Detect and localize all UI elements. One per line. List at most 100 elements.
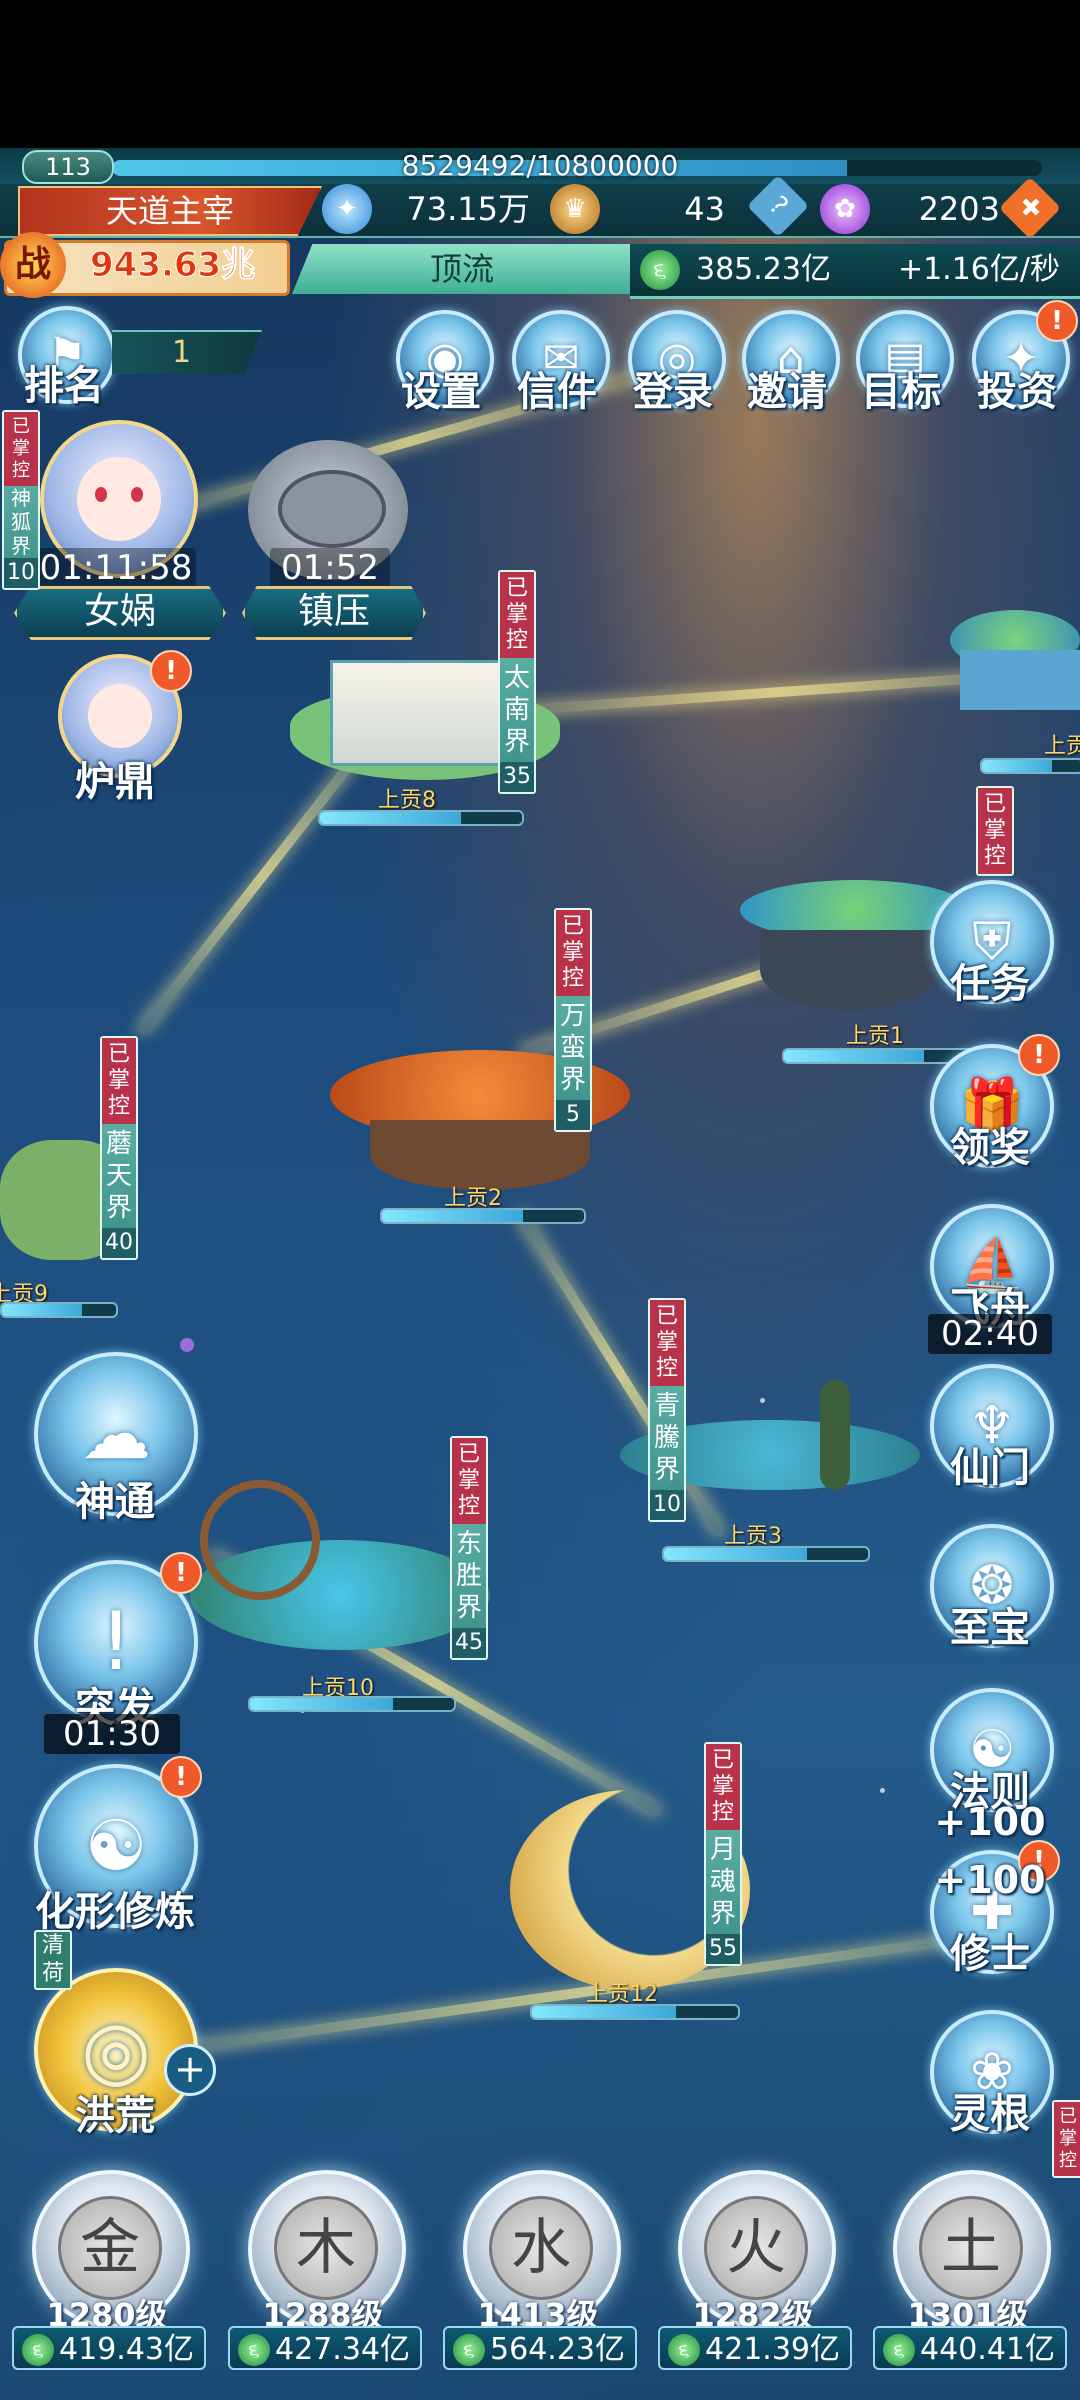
element-value-4: ૬ 440.41亿 [873, 2326, 1067, 2370]
realm-progress-fill [250, 1698, 393, 1710]
honghuang-label: 洪荒 [75, 2093, 155, 2139]
mail-label: 信件 [517, 369, 597, 415]
element-value-2: ૬ 564.23亿 [443, 2326, 637, 2370]
coin-icon: ૬ [22, 2334, 54, 2366]
realm-status: 已掌控 [650, 1300, 684, 1386]
luding-label: 炉鼎 [75, 759, 155, 805]
drum-icon [278, 470, 386, 548]
realm-status: 已掌控 [452, 1438, 486, 1524]
coin-icon: ૬ [238, 2334, 270, 2366]
realm-progress-fill [2, 1304, 82, 1316]
realm-tag-6[interactable]: 已掌控 [976, 786, 1014, 876]
zhenya-name[interactable]: 镇压 [242, 586, 426, 640]
battle-power: 943.63兆 [90, 245, 256, 286]
realm-progress-4 [248, 1696, 456, 1712]
realm-progress-3 [662, 1546, 870, 1562]
element-value-text: 419.43亿 [59, 2332, 194, 2367]
element-value-text: 427.34亿 [275, 2332, 410, 2367]
water-element-icon: 水 [489, 2196, 593, 2300]
xianmen-label: 仙门 [950, 1445, 1030, 1491]
renwu-label: 任务 [950, 961, 1030, 1007]
login-label: 登录 [633, 369, 713, 415]
purple-value: 2203 [918, 190, 1000, 228]
element-value-text: 440.41亿 [920, 2332, 1055, 2367]
linggen-label: 灵根 [950, 2091, 1030, 2137]
realm-name: 青騰界 [653, 1391, 680, 1485]
huaxing-label: 化形修炼 [35, 1889, 195, 1935]
zhenya-timer: 01:52 [270, 548, 390, 588]
lingjiang-label: 领奖 [950, 1125, 1030, 1171]
purple-spirit-icon: ✿ [820, 184, 870, 234]
metal-element-icon: 金 [58, 2196, 162, 2300]
earth-element-icon: 土 [919, 2196, 1023, 2300]
realm-tag-3[interactable]: 已掌控青騰界 10 [648, 1298, 686, 1522]
realm-progress-fill [320, 812, 462, 824]
realm-level: 10 [650, 1490, 684, 1520]
realm-progress-fill [982, 760, 1052, 772]
honghuang-plus-icon[interactable]: + [164, 2044, 216, 2096]
shentong-label: 神通 [75, 1479, 155, 1525]
realm-tag-0[interactable]: 已掌控太南界 35 [498, 570, 536, 794]
wood-element-icon: 木 [274, 2196, 378, 2300]
realm-progress-fill [382, 1210, 524, 1222]
player-title[interactable]: 天道主宰 [18, 186, 322, 236]
realm-tag-2[interactable]: 已掌控蘑天界 40 [100, 1036, 138, 1260]
realm-level: 35 [500, 762, 534, 792]
xiushi-bonus: +100 [934, 1858, 1046, 1902]
realm-progress-fill [532, 2006, 677, 2018]
feizhou-timer: 02:40 [928, 1314, 1052, 1354]
nuwa-timer: 01:11:58 [36, 548, 196, 588]
realm-status: 已掌控 [102, 1038, 136, 1124]
realm-progress-fill [664, 1548, 807, 1560]
realm-tag-1[interactable]: 已掌控万蛮界 5 [554, 908, 592, 1132]
realm-level: 40 [102, 1228, 136, 1258]
invite-label: 邀请 [747, 369, 827, 415]
qinghe-tag: 清荷 [34, 1930, 72, 1990]
spirit-value: 73.15万 [406, 190, 530, 228]
sparkle [880, 1788, 885, 1793]
realm-tribute-6: 上贡1 [846, 1024, 904, 1049]
realm-level: 45 [452, 1628, 486, 1658]
realm-status: 已掌控 [706, 1744, 740, 1830]
realm-name: 东胜界 [455, 1529, 482, 1623]
faze-bonus: +100 [934, 1800, 1046, 1844]
huaxing-badge: ! [160, 1756, 202, 1798]
realm-name: 太南界 [503, 663, 530, 757]
realm-tag-4[interactable]: 已掌控东胜界 45 [450, 1436, 488, 1660]
fire-element-icon: 火 [704, 2196, 808, 2300]
nuwa-name[interactable]: 女娲 [14, 586, 226, 640]
spirit-flame-icon: ✦ [322, 184, 372, 234]
rank-value: 1 [172, 335, 192, 370]
realm-status: 已掌控 [556, 910, 590, 996]
realm-progress-2 [0, 1302, 118, 1318]
element-value-3: ૬ 421.39亿 [658, 2326, 852, 2370]
island-right-top[interactable] [950, 600, 1080, 730]
realm-progress-1 [380, 1208, 586, 1224]
exp-text: 8529492/10800000 [401, 149, 679, 182]
coin-icon: ૬ [640, 250, 680, 290]
income-panel: ૬ 385.23亿 +1.16亿/秒 [630, 244, 1080, 299]
tufa-timer: 01:30 [44, 1714, 180, 1754]
rank-label: 排名 [24, 363, 104, 409]
realm-tag-5[interactable]: 已掌控月魂界 55 [704, 1742, 742, 1966]
realm-level: 5 [556, 1100, 590, 1130]
element-value-text: 564.23亿 [490, 2332, 625, 2367]
goals-label: 目标 [861, 369, 941, 415]
realm-level: 55 [706, 1934, 740, 1964]
waterwheel-icon [200, 1480, 320, 1600]
rank-value-box: 1 [112, 330, 262, 374]
coin-icon: ૬ [453, 2334, 485, 2366]
invest-badge: ! [1036, 300, 1078, 342]
realm-progress-0 [318, 810, 524, 826]
realm-progress-7 [980, 758, 1080, 774]
realm-progress-5 [530, 2004, 740, 2020]
realm-status: 已掌控 [500, 572, 534, 658]
realm-name: 蘑天界 [105, 1129, 132, 1223]
realm-tribute-7: 上贡 [1044, 734, 1080, 759]
realm-name: 万蛮界 [559, 1001, 586, 1095]
realm-status: 已掌控 [978, 788, 1012, 874]
rank-tab[interactable]: 顶流 [292, 244, 632, 294]
battle-power-icon: 战 [0, 232, 66, 298]
realm-progress-fill [784, 1050, 924, 1062]
invest-label: 投资 [977, 369, 1057, 415]
